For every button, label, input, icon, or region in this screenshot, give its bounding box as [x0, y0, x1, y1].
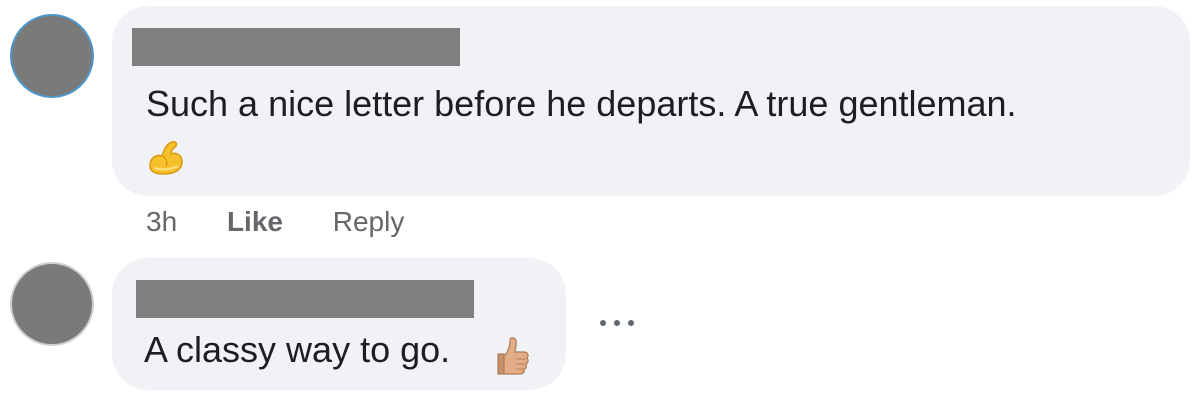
more-dot: [600, 320, 606, 326]
comment-text: A classy way to go.: [144, 329, 451, 370]
timestamp[interactable]: 3h: [146, 200, 177, 244]
avatar[interactable]: [10, 14, 94, 98]
comment-text: Such a nice letter before he departs. A …: [146, 83, 1017, 124]
comment-bubble: A classy way to go.: [112, 258, 566, 390]
more-options-button[interactable]: [594, 306, 642, 342]
thumbs-up-icon: [488, 334, 532, 378]
comment-thread: Such a nice letter before he departs. A …: [0, 0, 1200, 405]
avatar[interactable]: [10, 262, 94, 346]
author-name-redacted[interactable]: [132, 28, 460, 66]
comment-actions: 3h Like Reply: [146, 200, 404, 244]
like-button[interactable]: Like: [227, 200, 283, 244]
more-dot: [614, 320, 620, 326]
comment-bubble: Such a nice letter before he departs. A …: [112, 6, 1190, 196]
more-dot: [628, 320, 634, 326]
reply-button[interactable]: Reply: [333, 200, 405, 244]
author-name-redacted[interactable]: [136, 280, 474, 318]
flexed-biceps-icon: [144, 136, 188, 180]
